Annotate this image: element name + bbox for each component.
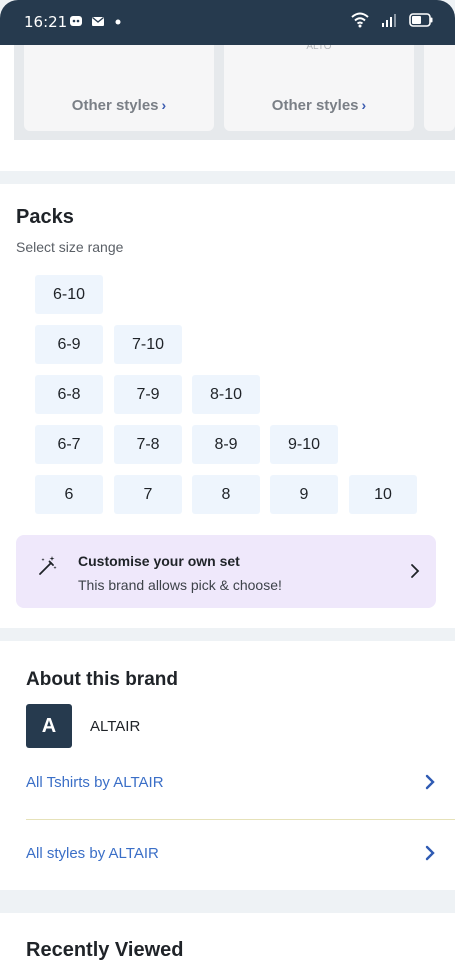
about-brand-section: About this brand A ALTAIR All Tshirts by… — [0, 641, 455, 890]
size-chip[interactable]: 7-8 — [114, 425, 182, 464]
style-card[interactable]: ALTO Other styles › — [224, 41, 414, 131]
mail-icon — [92, 16, 104, 26]
status-notification-icons — [69, 14, 127, 28]
style-card[interactable]: Other styles › — [24, 45, 214, 131]
chevron-right-icon — [425, 774, 435, 790]
all-tshirts-link[interactable]: All Tshirts by ALTAIR — [26, 768, 435, 798]
divider — [26, 819, 455, 820]
size-chip[interactable]: 10 — [349, 475, 417, 514]
customise-subtitle: This brand allows pick & choose! — [78, 577, 282, 593]
size-chip[interactable]: 8-10 — [192, 375, 260, 414]
style-cards-row: Other styles › ALTO Other styles › — [14, 41, 455, 140]
size-chip[interactable]: 6-10 — [35, 275, 103, 314]
chevron-right-icon: › — [161, 97, 167, 113]
size-chip[interactable]: 9-10 — [270, 425, 338, 464]
customise-set-banner[interactable]: Customise your own set This brand allows… — [16, 535, 436, 608]
all-tshirts-label: All Tshirts by ALTAIR — [26, 774, 164, 791]
brand-avatar: A — [26, 704, 72, 748]
chevron-right-icon — [411, 564, 420, 578]
brand-name: ALTAIR — [90, 718, 141, 735]
signal-icon — [382, 14, 396, 27]
customise-title: Customise your own set — [78, 553, 240, 569]
chevron-right-icon — [425, 845, 435, 861]
packs-section: Packs Select size range 6-10 6-9 7-10 6-… — [0, 184, 455, 628]
packs-title: Packs — [16, 206, 74, 228]
all-styles-label: All styles by ALTAIR — [26, 845, 159, 862]
size-chip[interactable]: 9 — [270, 475, 338, 514]
status-system-icons — [351, 12, 433, 28]
size-chip[interactable]: 6-8 — [35, 375, 103, 414]
status-bar: 16:21 — [0, 0, 455, 45]
recently-viewed-section: Recently Viewed — [0, 913, 455, 963]
size-chip[interactable]: 8 — [192, 475, 260, 514]
size-chip[interactable]: 7-9 — [114, 375, 182, 414]
status-time: 16:21 — [24, 13, 68, 31]
other-styles-label: Other styles — [71, 97, 159, 114]
wifi-icon — [351, 12, 369, 28]
size-chip[interactable]: 7 — [114, 475, 182, 514]
size-chip[interactable]: 6-7 — [35, 425, 103, 464]
size-chip[interactable]: 6-9 — [35, 325, 103, 364]
about-brand-title: About this brand — [26, 669, 178, 690]
magic-wand-icon — [39, 556, 57, 575]
style-card[interactable] — [424, 45, 455, 131]
packs-subtitle: Select size range — [16, 239, 124, 255]
all-styles-link[interactable]: All styles by ALTAIR — [26, 839, 435, 869]
size-chip[interactable]: 8-9 — [192, 425, 260, 464]
battery-icon — [409, 13, 433, 27]
other-styles-strip: Other styles › ALTO Other styles › — [0, 41, 455, 171]
size-chip[interactable]: 7-10 — [114, 325, 182, 364]
other-styles-link[interactable]: Other styles › — [24, 97, 214, 114]
recently-viewed-title: Recently Viewed — [26, 939, 184, 961]
size-chip[interactable]: 6 — [35, 475, 103, 514]
discord-icon — [70, 16, 82, 26]
dot-icon — [115, 19, 121, 25]
chevron-right-icon: › — [361, 97, 367, 113]
other-styles-link[interactable]: Other styles › — [224, 97, 414, 114]
other-styles-label: Other styles — [271, 97, 359, 114]
